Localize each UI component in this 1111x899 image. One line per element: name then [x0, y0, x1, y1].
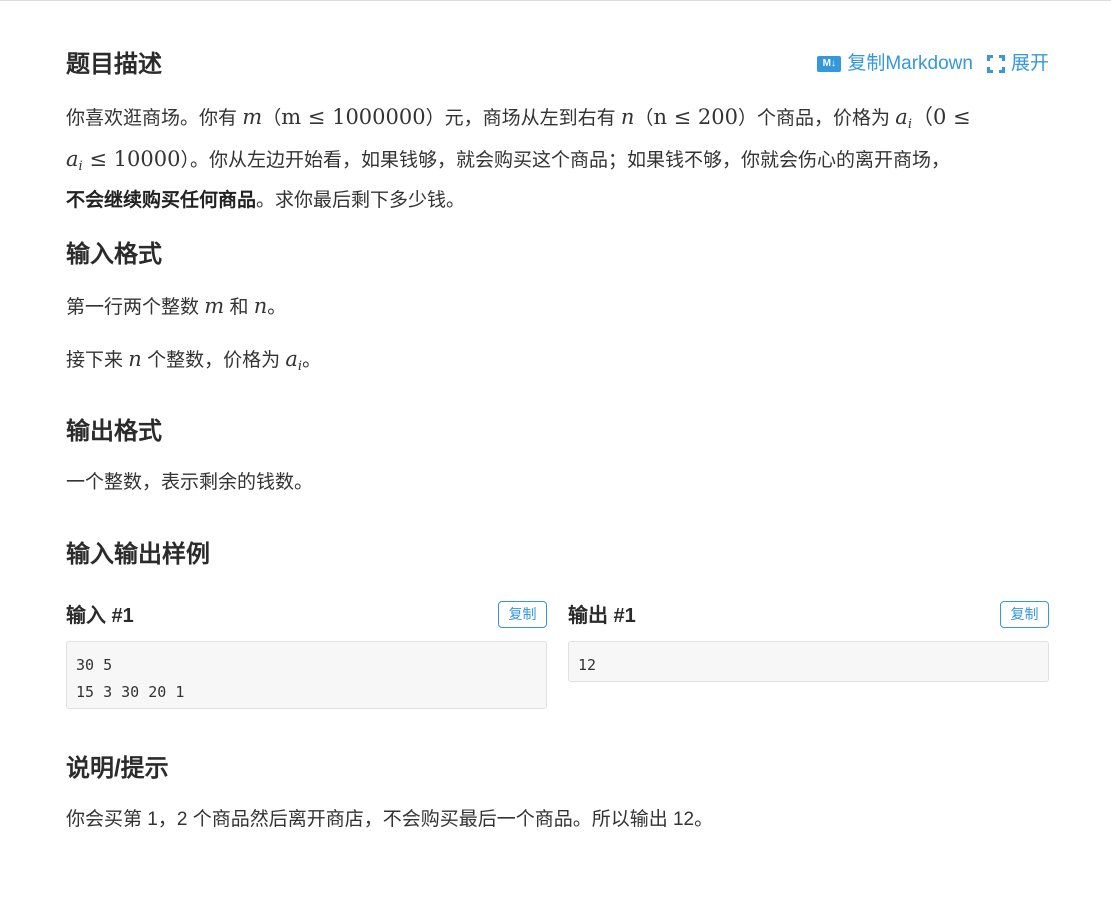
markdown-icon: M↓ — [817, 56, 842, 72]
output-format-text: 一个整数，表示剩余的钱数。 — [66, 472, 314, 493]
input-format-line2: 接下来 n 个整数，价格为 ai。 — [66, 347, 322, 374]
input-format-heading: 输入格式 — [66, 241, 162, 268]
hint-heading: 说明/提示 — [66, 755, 169, 782]
sample-output-label: 输出 #1 — [568, 605, 636, 627]
copy-markdown-button[interactable]: M↓ 复制Markdown — [817, 49, 973, 79]
sample-output-box[interactable]: 12 — [568, 641, 1049, 682]
emphasis-text: 不会继续购买任何商品 — [66, 190, 257, 211]
copy-output-button[interactable]: 复制 — [1000, 601, 1049, 628]
expand-icon — [986, 55, 1005, 73]
sample-input-box[interactable]: 30 5 15 3 30 20 1 — [66, 641, 547, 709]
expand-label: 展开 — [1010, 53, 1049, 74]
description-text: 你喜欢逛商场。你有 m（m ≤ 1000000）元，商场从左到右有 n（n ≤ … — [66, 105, 971, 211]
copy-markdown-label: 复制Markdown — [847, 53, 973, 74]
output-format-heading: 输出格式 — [66, 418, 162, 445]
hint-text: 你会买第 1，2 个商品然后离开商店，不会购买最后一个商品。所以输出 12。 — [66, 809, 714, 830]
sample-input-label: 输入 #1 — [66, 605, 134, 627]
description-heading: 题目描述 — [66, 51, 162, 78]
copy-input-button[interactable]: 复制 — [498, 601, 547, 628]
description-actions: M↓ 复制Markdown 展开 — [817, 49, 1049, 79]
expand-button[interactable]: 展开 — [986, 49, 1049, 79]
input-format-line1: 第一行两个整数 m 和 n。 — [66, 294, 287, 318]
samples-heading: 输入输出样例 — [66, 541, 210, 568]
